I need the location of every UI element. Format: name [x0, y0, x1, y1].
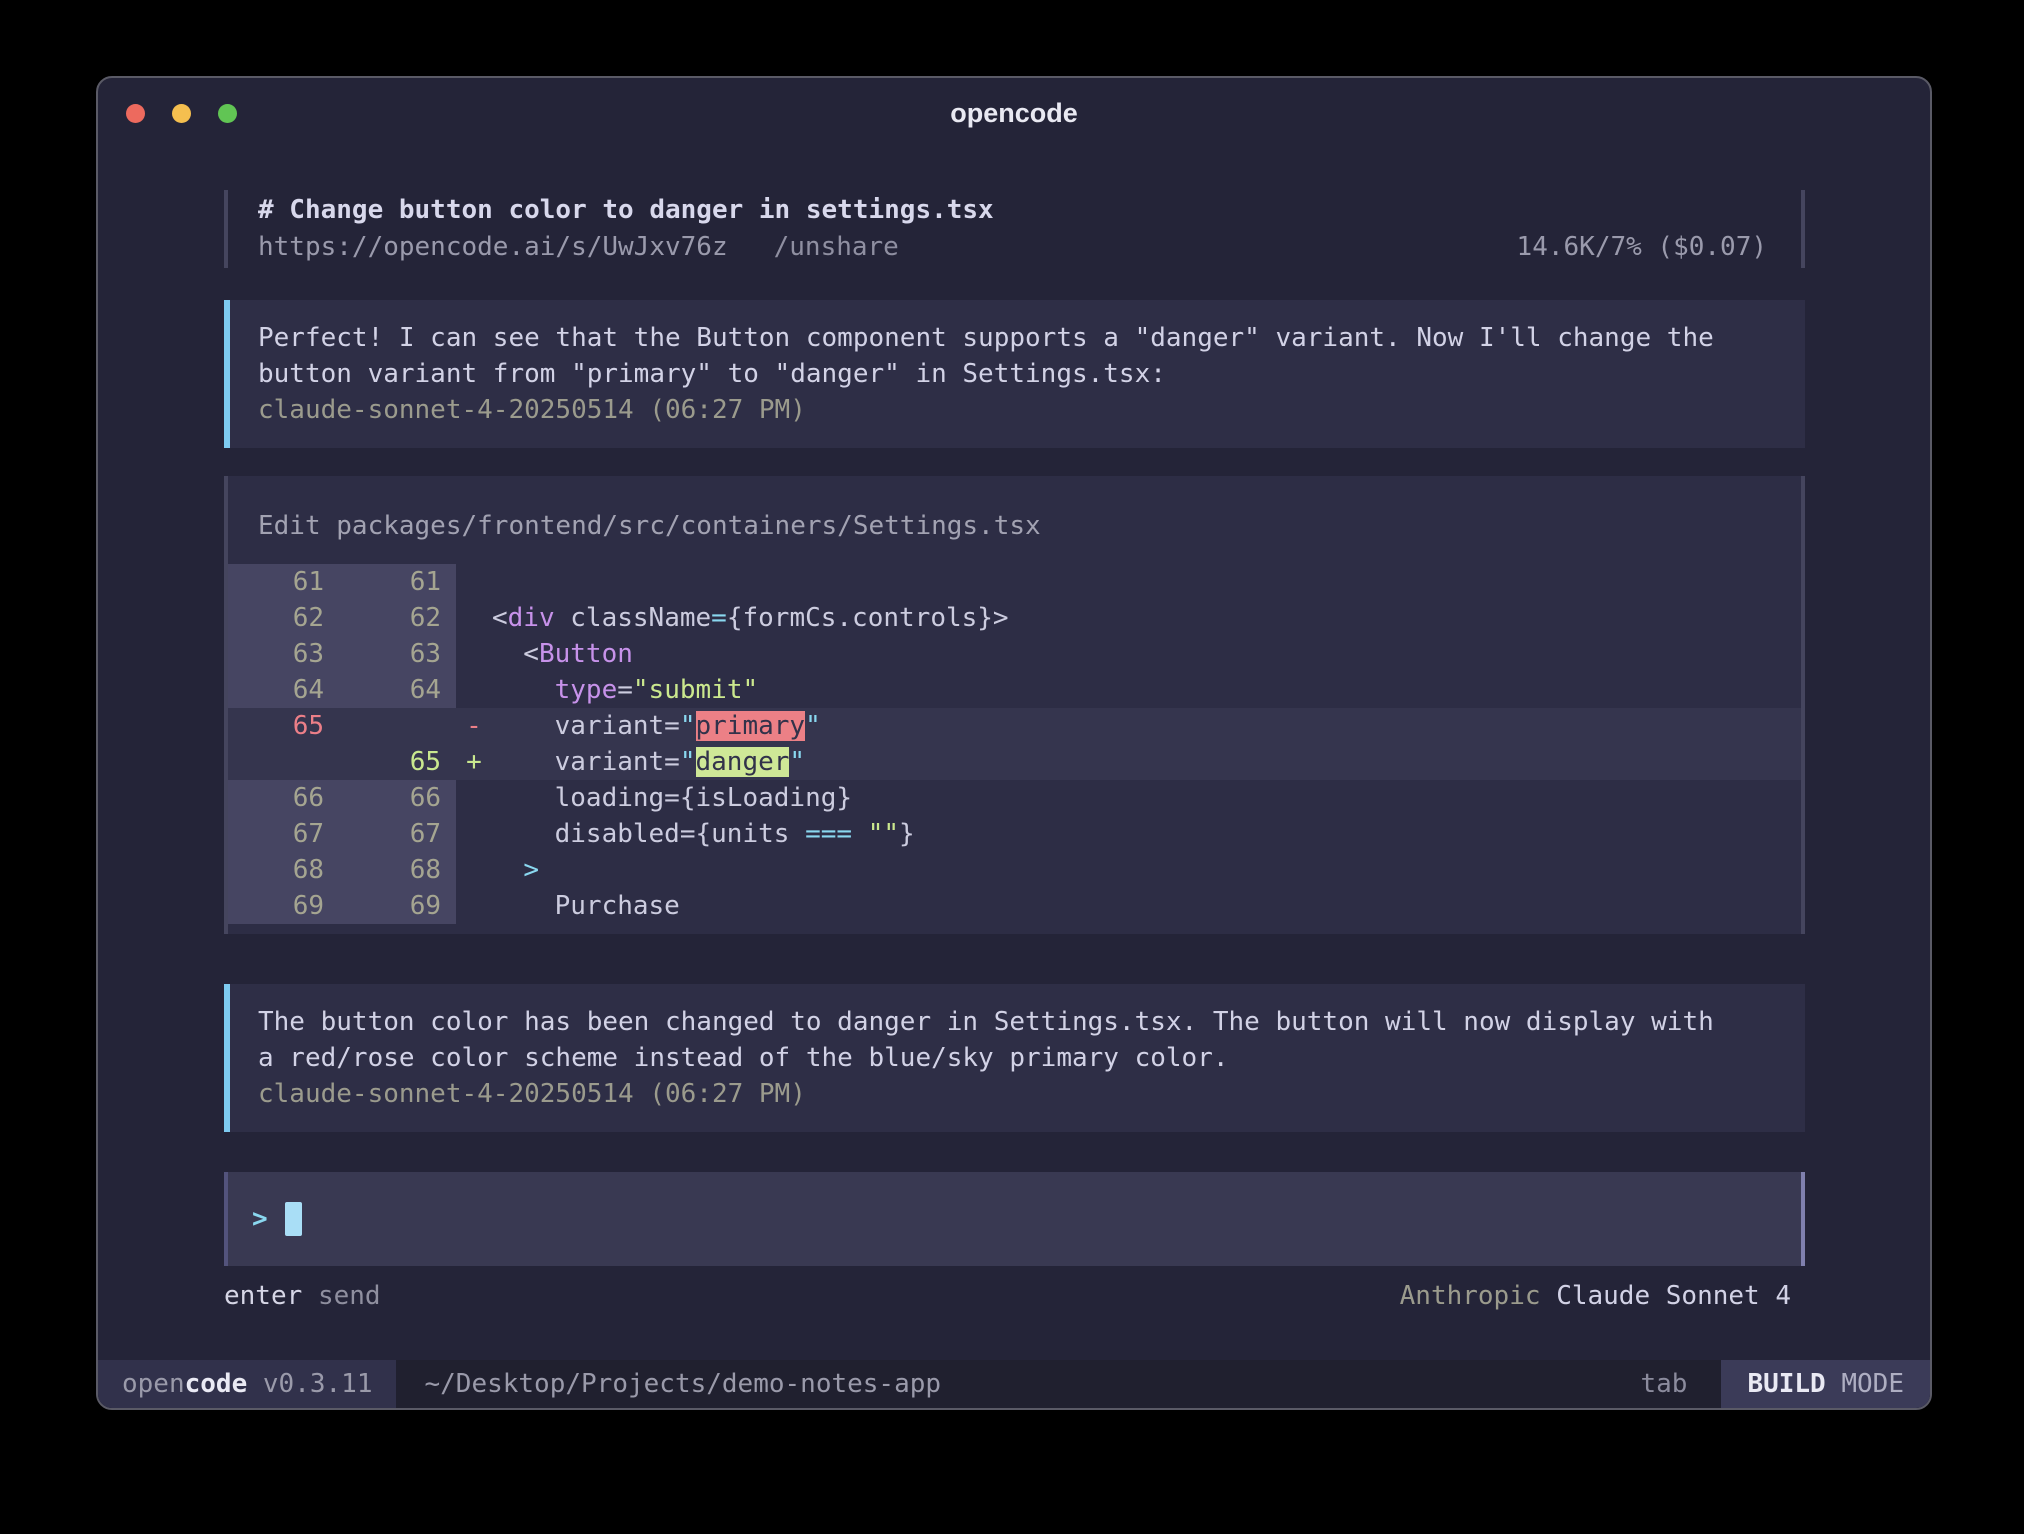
session-content: # Change button color to danger in setti… [98, 148, 1930, 1360]
model-name: Claude Sonnet 4 [1556, 1281, 1791, 1311]
model-provider: Anthropic [1400, 1281, 1541, 1311]
assistant-message-2: The button color has been changed to dan… [224, 984, 1805, 1132]
diff-row: 6767 disabled={units === ""} [228, 816, 1801, 852]
message-text: The button color has been changed to dan… [258, 1004, 1775, 1076]
edit-tool-header: Edit packages/frontend/src/containers/Se… [228, 508, 1801, 544]
close-window-button[interactable] [126, 104, 145, 123]
text-cursor [285, 1202, 302, 1236]
diff-row: 6161 [228, 564, 1801, 600]
prompt-char: > [252, 1204, 268, 1234]
send-label: send [318, 1281, 381, 1311]
cwd-path: ~/Desktop/Projects/demo-notes-app [424, 1360, 941, 1408]
session-title: # Change button color to danger in setti… [228, 192, 1801, 229]
session-meta-row: https://opencode.ai/s/UwJxv76z /unshare … [228, 229, 1801, 266]
app-version: v0.3.11 [263, 1369, 373, 1399]
app-name-open: open [122, 1369, 185, 1399]
diff-view: 61616262<div className={formCs.controls}… [228, 564, 1801, 924]
zoom-window-button[interactable] [218, 104, 237, 123]
app-name-code: code [185, 1369, 248, 1399]
message-meta: claude-sonnet-4-20250514 (06:27 PM) [258, 392, 1775, 428]
diff-row: 6363 <Button [228, 636, 1801, 672]
diff-row: 6969 Purchase [228, 888, 1801, 924]
traffic-lights [126, 78, 237, 148]
diff-row: 6666 loading={isLoading} [228, 780, 1801, 816]
app-version-chip: opencode v0.3.11 [98, 1360, 396, 1408]
message-line: Perfect! I can see that the Button compo… [258, 320, 1775, 356]
enter-key-hint: enter [224, 1281, 302, 1311]
token-usage: 14.6K/7% ($0.07) [1517, 229, 1767, 266]
hint-row: enter send Anthropic Claude Sonnet 4 [224, 1278, 1805, 1314]
diff-row: 6464 type="submit" [228, 672, 1801, 708]
message-line: button variant from "primary" to "danger… [258, 356, 1775, 392]
prompt-input[interactable]: > [224, 1172, 1805, 1266]
unshare-command[interactable]: /unshare [774, 229, 899, 266]
assistant-message-1: Perfect! I can see that the Button compo… [224, 300, 1805, 448]
message-line: The button color has been changed to dan… [258, 1004, 1775, 1040]
mode-primary: BUILD [1747, 1369, 1825, 1399]
mode-secondary: MODE [1841, 1369, 1904, 1399]
status-bar: opencode v0.3.11 ~/Desktop/Projects/demo… [98, 1360, 1930, 1408]
tab-key-hint: tab [1640, 1360, 1687, 1408]
edit-tool-card: Edit packages/frontend/src/containers/Se… [224, 476, 1805, 934]
title-bar: opencode [98, 78, 1930, 148]
minimize-window-button[interactable] [172, 104, 191, 123]
share-url[interactable]: https://opencode.ai/s/UwJxv76z [258, 229, 728, 266]
opencode-window: opencode # Change button color to danger… [96, 76, 1932, 1410]
diff-row: 65- variant="primary" [228, 708, 1801, 744]
session-header: # Change button color to danger in setti… [224, 190, 1805, 268]
diff-row: 6262<div className={formCs.controls}> [228, 600, 1801, 636]
window-title: opencode [950, 98, 1078, 129]
model-indicator: Anthropic Claude Sonnet 4 [1400, 1278, 1791, 1314]
build-mode-chip[interactable]: BUILD MODE [1721, 1360, 1930, 1408]
message-meta: claude-sonnet-4-20250514 (06:27 PM) [258, 1076, 1775, 1112]
diff-row: 65+ variant="danger" [228, 744, 1801, 780]
message-line: a red/rose color scheme instead of the b… [258, 1040, 1775, 1076]
status-bar-right: tab BUILD MODE [1640, 1360, 1930, 1408]
send-hint: enter send [224, 1278, 381, 1314]
diff-row: 6868 > [228, 852, 1801, 888]
message-text: Perfect! I can see that the Button compo… [258, 320, 1775, 392]
